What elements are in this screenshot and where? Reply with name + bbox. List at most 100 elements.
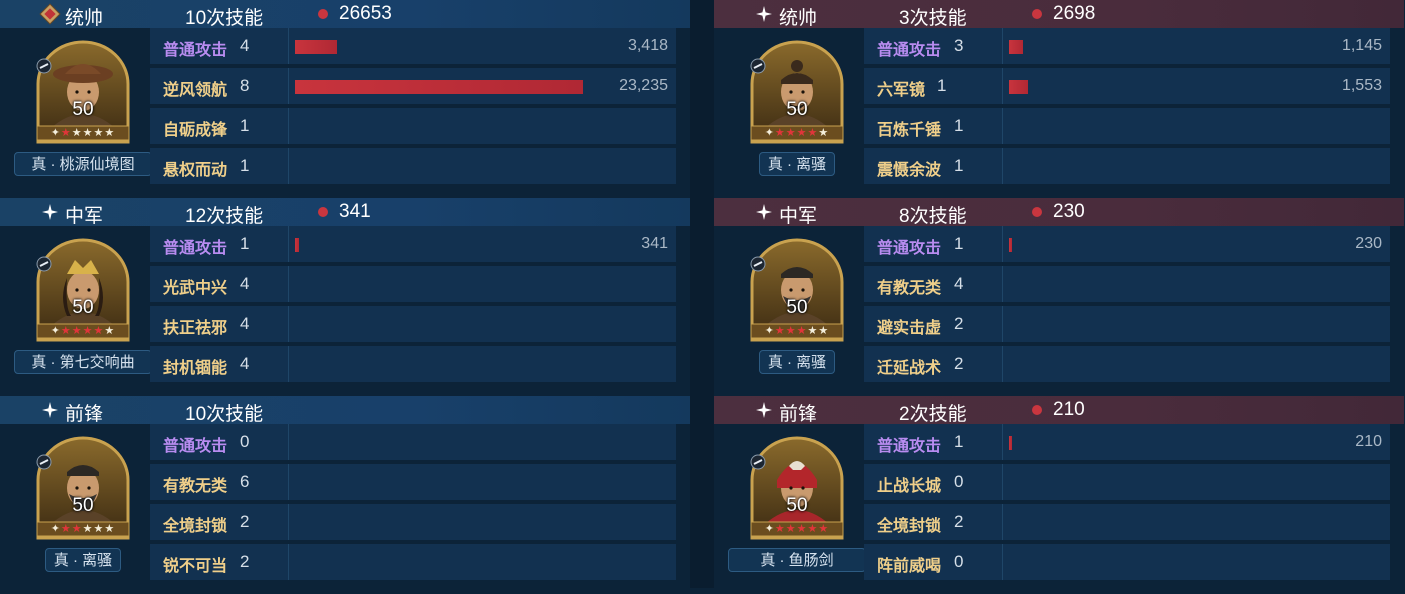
skill-row[interactable]: 逆风领航 8 23,235 xyxy=(150,68,676,104)
skill-trigger-count: 6 xyxy=(240,472,250,491)
section-right-2: 前锋 2次技能 210 50 ✦★★★★★ 真 · 鱼肠剑 普通攻击 1 210 止战长城 0 全境封… xyxy=(714,396,1404,594)
row-divider xyxy=(1002,68,1003,104)
skill-row[interactable]: 止战长城 0 xyxy=(864,464,1390,500)
row-divider xyxy=(288,544,289,580)
skill-row[interactable]: 悬权而动 1 xyxy=(150,148,676,184)
section-left-0: 统帅 10次技能 26653 50 ✦★★★★★ 真 · 桃源仙境图 普通攻击 4 3,418 逆… xyxy=(0,0,690,198)
row-divider xyxy=(288,424,289,460)
skill-trigger-count: 1 xyxy=(240,234,250,253)
star-icon: ★ xyxy=(785,325,797,337)
skill-name: 自砺成锋 xyxy=(163,122,228,139)
skill-name: 阵前威喝 xyxy=(877,558,942,575)
damage-bar xyxy=(295,40,337,54)
row-divider xyxy=(288,226,289,262)
treasure-tag[interactable]: 真 · 桃源仙境图 xyxy=(14,152,152,176)
skill-row[interactable]: 普通攻击 1 341 xyxy=(150,226,676,262)
skill-name: 有教无类 xyxy=(877,280,942,297)
skill-row[interactable]: 百炼千锤 1 xyxy=(864,108,1390,144)
skill-name: 扶正祛邪 xyxy=(163,320,228,337)
skill-row[interactable]: 锐不可当 2 xyxy=(150,544,676,580)
skill-name: 普通攻击 xyxy=(877,240,942,257)
commander-seal-icon xyxy=(39,3,61,25)
skill-trigger-count: 8 xyxy=(240,76,250,95)
skill-row[interactable]: 有教无类 4 xyxy=(864,266,1390,302)
skill-trigger-count: 4 xyxy=(240,314,250,333)
skill-row[interactable]: 自砺成锋 1 xyxy=(150,108,676,144)
damage-bar xyxy=(1009,80,1028,94)
right-team-panel: 统帅 3次技能 2698 50 ✦★★★★★ 真 · 离骚 普通攻击 3 1,145 六军镜 1 1,… xyxy=(714,0,1404,588)
treasure-tag[interactable]: 真 · 离骚 xyxy=(759,152,835,176)
skill-name: 普通攻击 xyxy=(877,438,942,455)
skill-row[interactable]: 全境封锁 2 xyxy=(864,504,1390,540)
skill-row[interactable]: 封机锢能 4 xyxy=(150,346,676,382)
general-level: 50 xyxy=(786,297,808,318)
row-divider xyxy=(288,504,289,540)
treasure-tag[interactable]: 真 · 鱼肠剑 xyxy=(728,548,866,572)
star-icon: ★ xyxy=(71,523,83,535)
general-card[interactable]: 50 ✦★★★★★ xyxy=(749,436,845,540)
damage-bar xyxy=(1009,436,1012,450)
skill-row[interactable]: 普通攻击 0 xyxy=(150,424,676,460)
row-divider xyxy=(1002,108,1003,144)
skill-row[interactable]: 阵前威喝 0 xyxy=(864,544,1390,580)
skill-name: 全境封锁 xyxy=(877,518,942,535)
skill-row[interactable]: 避实击虚 2 xyxy=(864,306,1390,342)
section-header: 统帅 3次技能 2698 xyxy=(714,0,1404,29)
section-header: 统帅 10次技能 26653 xyxy=(0,0,690,29)
skill-trigger-count: 2 xyxy=(954,512,964,531)
row-divider xyxy=(288,346,289,382)
skill-row[interactable]: 全境封锁 2 xyxy=(150,504,676,540)
damage-dot-icon xyxy=(1032,9,1042,19)
skill-row[interactable]: 普通攻击 1 210 xyxy=(864,424,1390,460)
skill-name: 止战长城 xyxy=(877,478,942,495)
skill-row[interactable]: 六军镜 1 1,553 xyxy=(864,68,1390,104)
skill-damage-value: 1,553 xyxy=(1341,77,1382,94)
general-card[interactable]: 50 ✦★★★★★ xyxy=(35,436,131,540)
skill-name: 普通攻击 xyxy=(163,240,228,257)
skill-name: 六军镜 xyxy=(877,82,926,99)
general-card[interactable]: 50 ✦★★★★★ xyxy=(749,40,845,144)
skill-row[interactable]: 普通攻击 3 1,145 xyxy=(864,28,1390,64)
skill-trigger-count: 3 xyxy=(954,36,964,55)
skill-row[interactable]: 震慑余波 1 xyxy=(864,148,1390,184)
treasure-tag[interactable]: 真 · 离骚 xyxy=(759,350,835,374)
row-divider xyxy=(288,266,289,302)
row-divider xyxy=(288,28,289,64)
row-divider xyxy=(1002,544,1003,580)
skill-name: 全境封锁 xyxy=(163,518,228,535)
skill-row[interactable]: 光武中兴 4 xyxy=(150,266,676,302)
general-card[interactable]: 50 ✦★★★★★ xyxy=(749,238,845,342)
skill-trigger-count: 2 xyxy=(954,354,964,373)
role-label: 前锋 xyxy=(65,404,104,425)
total-damage: 26653 xyxy=(339,3,392,24)
treasure-tag[interactable]: 真 · 离骚 xyxy=(45,548,121,572)
star-icon: ★ xyxy=(796,127,808,139)
star-icon: ★ xyxy=(104,127,116,139)
treasure-tag[interactable]: 真 · 第七交响曲 xyxy=(14,350,152,374)
general-level: 50 xyxy=(72,297,94,318)
skill-name: 普通攻击 xyxy=(163,438,228,455)
skill-name: 迁延战术 xyxy=(877,360,942,377)
section-left-1: 中军 12次技能 341 50 ✦★★★★★ 真 · 第七交响曲 普通攻击 1 341 光武中兴 4… xyxy=(0,198,690,396)
team-divider xyxy=(690,0,714,588)
skill-name: 悬权而动 xyxy=(163,162,228,179)
skill-row[interactable]: 迁延战术 2 xyxy=(864,346,1390,382)
skill-trigger-count: 1 xyxy=(954,116,964,135)
skill-row[interactable]: 普通攻击 4 3,418 xyxy=(150,28,676,64)
skill-name: 逆风领航 xyxy=(163,82,228,99)
row-divider xyxy=(1002,504,1003,540)
skill-trigger-count: 1 xyxy=(954,234,964,253)
skill-row[interactable]: 扶正祛邪 4 xyxy=(150,306,676,342)
star-icon: ★ xyxy=(82,325,94,337)
skill-row[interactable]: 有教无类 6 xyxy=(150,464,676,500)
skill-name: 普通攻击 xyxy=(163,42,228,59)
skill-row[interactable]: 普通攻击 1 230 xyxy=(864,226,1390,262)
general-card[interactable]: 50 ✦★★★★★ xyxy=(35,238,131,342)
skill-name: 百炼千锤 xyxy=(877,122,942,139)
damage-bar xyxy=(295,238,299,252)
section-header: 中军 8次技能 230 xyxy=(714,198,1404,227)
star-icon: ★ xyxy=(774,325,786,337)
row-divider xyxy=(1002,28,1003,64)
general-card[interactable]: 50 ✦★★★★★ xyxy=(35,40,131,144)
skill-damage-value: 23,235 xyxy=(619,77,668,94)
